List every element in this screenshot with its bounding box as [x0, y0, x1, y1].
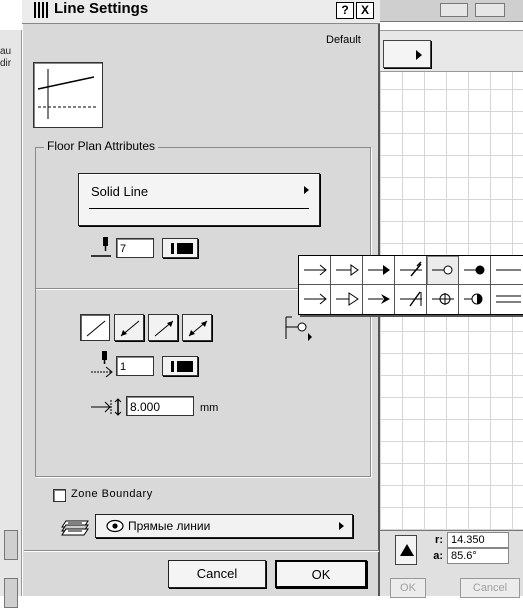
footer-separator	[24, 550, 379, 552]
arrow-filled-notched-icon	[368, 294, 390, 304]
pen-color-swatch	[177, 361, 193, 372]
pen-icon	[91, 237, 111, 257]
palette-cell[interactable]	[363, 256, 395, 285]
line-type-sample	[89, 208, 309, 209]
palette-cell[interactable]	[363, 285, 395, 314]
arrow-pen-color-button[interactable]	[162, 356, 198, 376]
line-pen-number-field[interactable]: 7	[116, 238, 154, 258]
angle-toggle-button[interactable]	[395, 535, 417, 565]
background-ok-button[interactable]: OK	[390, 578, 426, 598]
background-toolbar	[380, 0, 523, 22]
arrow-pen-number-field[interactable]: 1	[116, 356, 154, 376]
pen-bar-icon	[171, 361, 174, 372]
palette-cell[interactable]	[299, 285, 331, 314]
arrow-triangle-open-icon	[336, 264, 359, 276]
left-panel-label: dir	[0, 58, 12, 69]
pen-color-swatch	[177, 243, 193, 254]
palette-cell[interactable]	[395, 285, 427, 314]
circle-open-icon	[432, 265, 453, 275]
arrow-pen-icon	[91, 351, 113, 378]
line-pen-color-button[interactable]	[162, 238, 198, 258]
toolbar-segment	[440, 3, 468, 17]
end-end-button[interactable]	[148, 314, 178, 341]
arrow-triangle-hollow-icon	[336, 292, 359, 306]
layer-dropdown[interactable]: Прямые линии	[95, 514, 353, 538]
angle-label: a:	[433, 550, 443, 562]
coordinate-readout: r: 14.350 a: 85.6°	[425, 532, 521, 564]
dialog-title: Line Settings	[54, 0, 149, 17]
palette-cell[interactable]	[491, 285, 523, 314]
palette-cell[interactable]	[459, 256, 491, 285]
background-popup-button[interactable]	[383, 40, 431, 68]
palette-cell[interactable]	[491, 256, 523, 285]
left-panel-control[interactable]	[4, 578, 18, 608]
end-none-button[interactable]	[80, 314, 110, 341]
group-legend: Floor Plan Attributes	[44, 139, 159, 153]
palette-cell[interactable]	[459, 285, 491, 314]
pen-bar-icon	[171, 243, 174, 254]
end-both-button[interactable]	[182, 314, 212, 341]
palette-cell[interactable]	[299, 256, 331, 285]
circle-marker-icon	[285, 316, 312, 341]
layers-icon	[61, 520, 89, 536]
arrowhead-type-dropdown[interactable]	[284, 313, 312, 341]
radius-label: r:	[435, 534, 443, 546]
line-both-arrow-icon	[188, 320, 208, 337]
angle-value[interactable]: 85.6°	[447, 548, 509, 564]
line-end-arrow-icon	[154, 320, 174, 337]
zone-boundary-checkbox[interactable]	[53, 489, 66, 502]
tick-slash-icon	[400, 261, 422, 277]
dialog-titlebar[interactable]: Line Settings ? X	[22, 0, 380, 24]
close-button[interactable]: X	[356, 2, 374, 19]
background-left-panel: au dir	[0, 30, 22, 608]
arrow-size-icon	[91, 398, 122, 416]
triangle-icon	[400, 544, 414, 556]
arrow-open-icon	[304, 264, 327, 276]
line-preview-icon	[37, 69, 96, 119]
circle-half-icon	[464, 293, 483, 305]
eye-icon	[106, 519, 124, 533]
palette-cell-selected[interactable]	[427, 256, 459, 285]
arrow-size-unit: mm	[200, 402, 219, 414]
toolbar-segment	[475, 3, 505, 17]
left-panel-label: au	[0, 46, 12, 57]
help-button[interactable]: ?	[336, 2, 354, 19]
circle-filled-icon	[464, 265, 485, 275]
window-grip-icon	[34, 2, 48, 18]
left-panel-control[interactable]	[4, 530, 18, 560]
radius-value[interactable]: 14.350	[447, 532, 509, 548]
line-type-dropdown[interactable]: Solid Line	[78, 173, 320, 226]
layer-name: Прямые линии	[128, 519, 211, 533]
arrow-filled-icon	[368, 265, 390, 275]
cancel-button[interactable]: Cancel	[168, 560, 266, 588]
circle-cross-icon	[432, 293, 454, 305]
preset-label: Default	[326, 34, 361, 46]
palette-cell[interactable]	[331, 285, 363, 314]
background-cancel-button[interactable]: Cancel	[460, 578, 520, 598]
chevron-right-icon	[416, 50, 422, 60]
end-start-button[interactable]	[114, 314, 144, 341]
palette-cell[interactable]	[395, 256, 427, 285]
tick-slash-bar-icon	[400, 291, 422, 307]
bar-icon	[496, 295, 521, 303]
chevron-right-icon	[339, 522, 344, 530]
zone-boundary-label: Zone Boundary	[71, 488, 153, 500]
palette-cell[interactable]	[331, 256, 363, 285]
ok-button[interactable]: OK	[275, 560, 367, 588]
arrow-line-icon	[304, 293, 327, 305]
dash-icon	[496, 269, 521, 271]
line-start-arrow-icon	[120, 320, 140, 337]
arrow-size-field[interactable]: 8.000	[126, 396, 194, 416]
palette-cell[interactable]	[427, 285, 459, 314]
chevron-right-icon	[304, 186, 309, 194]
line-no-arrow-icon	[86, 320, 106, 337]
line-preview	[33, 62, 103, 128]
arrowhead-palette	[298, 255, 523, 315]
line-type-label: Solid Line	[91, 184, 149, 199]
